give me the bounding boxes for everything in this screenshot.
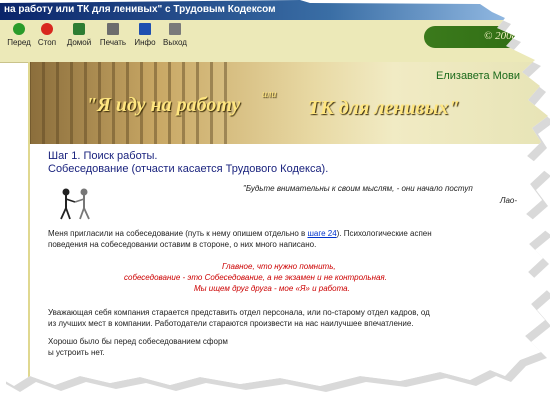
banner-title-part2: ТК для ленивых": [308, 97, 460, 119]
forward-icon: [13, 23, 25, 35]
window-title: на работу или ТК для ленивых" с Трудовым…: [4, 4, 276, 15]
stop-icon: [41, 23, 53, 35]
paragraph-2-line2: из лучших мест в компании. Работодатели …: [48, 319, 414, 328]
highlight-line3: Мы ищем друг друга - мое «Я» и работа.: [194, 284, 350, 293]
banner-title-or: или: [262, 89, 277, 100]
copyright-badge: © 2008: [424, 26, 548, 48]
step-subheading: Собеседование (отчасти касается Трудовог…: [48, 163, 329, 175]
paragraph-3-line1: Хорошо было бы перед собеседованием сфор…: [48, 337, 228, 346]
info-icon: [139, 23, 151, 35]
print-icon: [107, 23, 119, 35]
step-24-link[interactable]: шаге 24: [307, 229, 336, 238]
step-heading: Шаг 1. Поиск работы.: [48, 150, 158, 162]
paragraph-2-line1: Уважающая себя компания старается предст…: [48, 308, 430, 317]
author-name: Елизавета Мови: [436, 70, 521, 82]
home-icon: [73, 23, 85, 35]
stop-button[interactable]: Стоп: [30, 23, 64, 47]
paragraph-1-line2: поведения на собеседовании оставим в сто…: [48, 240, 317, 249]
highlight-line2: собеседование - это Собеседование, а не …: [124, 273, 387, 282]
exit-button[interactable]: Выход: [158, 23, 192, 47]
banner-title-part1: "Я иду на работу: [86, 94, 241, 116]
epigraph-quote: "Будьте внимательны к своим мыслям, - он…: [243, 184, 473, 193]
paragraph-3-line2: ы устроить нет.: [48, 348, 105, 357]
handshake-figures-image: [60, 188, 90, 220]
exit-icon: [169, 23, 181, 35]
paragraph-1-line1: Меня пригласили на собеседование (путь к…: [48, 229, 432, 238]
epigraph-author: Лао-: [500, 196, 518, 205]
torn-page: на работу или ТК для ленивых" с Трудовым…: [0, 0, 548, 386]
info-button[interactable]: Инфо: [128, 23, 162, 47]
content-left-border: [28, 62, 30, 386]
home-button[interactable]: Домой: [62, 23, 96, 47]
highlight-line1: Главное, что нужно помнить,: [222, 262, 336, 271]
window-title-bar: на работу или ТК для ленивых" с Трудовым…: [0, 0, 548, 20]
print-button[interactable]: Печать: [96, 23, 130, 47]
